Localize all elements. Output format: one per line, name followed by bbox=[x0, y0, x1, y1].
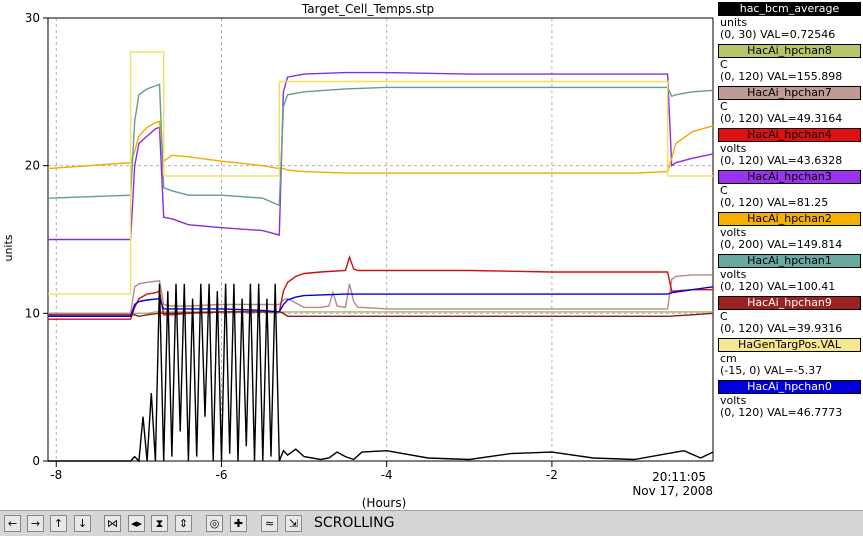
legend-range-value: (0, 120) VAL=49.3164 bbox=[720, 112, 843, 125]
legend-swatch[interactable]: HacAi_hpchan0 bbox=[718, 380, 861, 394]
legend-range-value: (0, 120) VAL=46.7773 bbox=[720, 406, 843, 419]
legend-swatch[interactable]: HacAi_hpchan3 bbox=[718, 170, 861, 184]
x-tick-label: -8 bbox=[50, 468, 62, 482]
x-tick-label: -6 bbox=[215, 468, 227, 482]
zoom-in-horizontal-icon[interactable]: ⋈ bbox=[104, 515, 121, 532]
legend-swatch[interactable]: HaGenTargPos.VAL bbox=[718, 338, 861, 352]
scrolling-status: SCROLLING bbox=[314, 515, 395, 531]
x-axis-label: (Hours) bbox=[362, 496, 407, 510]
y-tick-label: 20 bbox=[25, 159, 40, 173]
series-line-hacai-hpchan1 bbox=[47, 83, 714, 207]
legend: hac_bcm_average units (0, 30) VAL=0.72546 H… bbox=[718, 0, 863, 510]
series-line-hac-bcm-average bbox=[48, 283, 714, 463]
series-line-hacai-hpchan3 bbox=[48, 71, 714, 241]
legend-range-value: (0, 120) VAL=155.898 bbox=[720, 70, 843, 83]
arrow-left-icon[interactable]: ← bbox=[4, 515, 21, 532]
plus-icon[interactable]: ✚ bbox=[230, 515, 247, 532]
legend-swatch[interactable]: HacAi_hpchan2 bbox=[718, 212, 861, 226]
export-icon[interactable]: ⇲ bbox=[285, 515, 302, 532]
chart-title: Target_Cell_Temps.stp bbox=[301, 2, 434, 16]
arrow-up-icon[interactable]: ↑ bbox=[50, 515, 67, 532]
legend-range-value: (0, 120) VAL=81.25 bbox=[720, 196, 829, 209]
y-tick-label: 30 bbox=[25, 11, 40, 25]
legend-range-value: (0, 120) VAL=43.6328 bbox=[720, 154, 843, 167]
legend-swatch[interactable]: HacAi_hpchan8 bbox=[718, 44, 861, 58]
legend-range-value: (0, 120) VAL=39.9316 bbox=[720, 322, 843, 335]
legend-swatch[interactable]: HacAi_hpchan1 bbox=[718, 254, 861, 268]
legend-swatch[interactable]: HacAi_hpchan4 bbox=[718, 128, 861, 142]
x-tick-label: -2 bbox=[546, 468, 558, 482]
y-tick-label: 0 bbox=[32, 454, 40, 468]
x-tick-label: -4 bbox=[381, 468, 393, 482]
toolbar: SCROLLING ← → ↑ ↓ ⋈ ◂▸ ⧗ ⇕ ◎ ✚ ≈ ⇲ bbox=[0, 510, 863, 536]
legend-range-value: (-15, 0) VAL=-5.37 bbox=[720, 364, 823, 377]
y-axis-label: units bbox=[2, 234, 15, 261]
zoom-out-vertical-icon[interactable]: ⇕ bbox=[175, 515, 192, 532]
arrow-down-icon[interactable]: ↓ bbox=[74, 515, 91, 532]
legend-range-value: (0, 30) VAL=0.72546 bbox=[720, 28, 836, 41]
zoom-in-vertical-icon[interactable]: ⧗ bbox=[151, 515, 168, 532]
circle-icon[interactable]: ◎ bbox=[206, 515, 223, 532]
chart: Target_Cell_Temps.stp -8 -6 -4 -2 0 10 20 30 un… bbox=[2, 2, 714, 510]
zoom-out-horizontal-icon[interactable]: ◂▸ bbox=[128, 515, 145, 532]
legend-swatch[interactable]: HacAi_hpchan9 bbox=[718, 296, 861, 310]
series-line-hacai-hpchan4 bbox=[48, 254, 713, 320]
legend-swatch[interactable]: hac_bcm_average bbox=[718, 2, 861, 16]
y-tick-label: 10 bbox=[25, 306, 40, 320]
fit-icon[interactable]: ≈ bbox=[261, 515, 278, 532]
legend-range-value: (0, 200) VAL=149.814 bbox=[720, 238, 843, 251]
legend-swatch[interactable]: HacAi_hpchan7 bbox=[718, 86, 861, 100]
legend-range-value: (0, 120) VAL=100.41 bbox=[720, 280, 836, 293]
plot-frame bbox=[47, 17, 714, 462]
timestamp-time: 20:11:05 bbox=[652, 470, 706, 484]
series-lines bbox=[47, 51, 714, 463]
timestamp-date: Nov 17, 2008 bbox=[632, 484, 713, 498]
grid bbox=[48, 17, 713, 462]
arrow-right-icon[interactable]: → bbox=[27, 515, 44, 532]
